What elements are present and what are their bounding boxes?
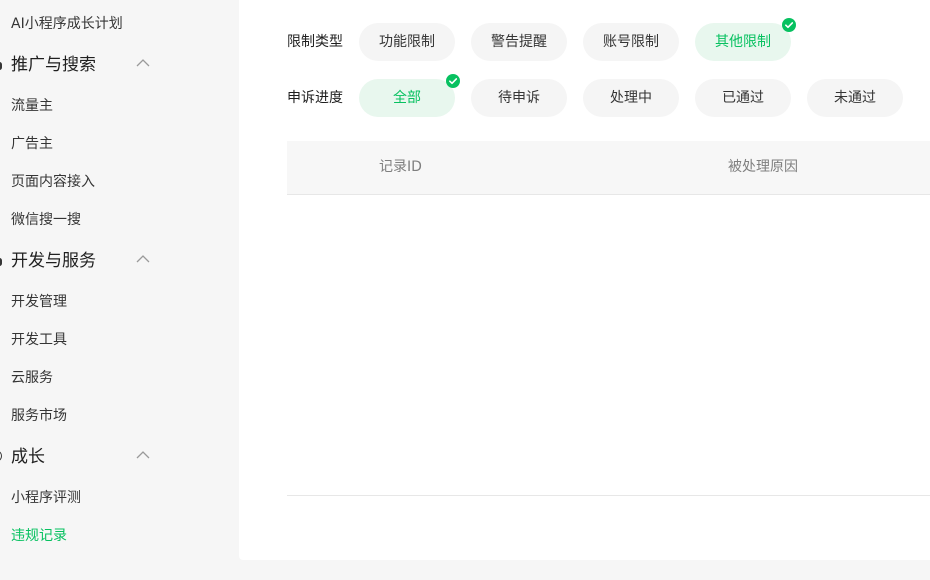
column-header-record-id: 记录ID (379, 159, 422, 175)
filter-option-function-restriction[interactable]: 功能限制 (359, 23, 455, 61)
sidebar-item-page-content[interactable]: 页面内容接入 (11, 172, 95, 192)
filter-option-account-restriction[interactable]: 账号限制 (583, 23, 679, 61)
chevron-up-icon (136, 451, 150, 459)
sidebar-item-service-market[interactable]: 服务市场 (11, 406, 67, 426)
group-marker-icon (0, 62, 2, 70)
filter-option-warning[interactable]: 警告提醒 (471, 23, 567, 61)
main-panel: 限制类型 功能限制 警告提醒 账号限制 其他限制 申诉进度 全部 待申诉 处理中… (239, 0, 930, 560)
sidebar-item-traffic-owner[interactable]: 流量主 (11, 96, 53, 116)
column-header-reason: 被处理原因 (728, 159, 798, 175)
check-icon (446, 74, 460, 88)
sidebar-item-dev-management[interactable]: 开发管理 (11, 292, 67, 312)
sidebar-item-violation-records[interactable]: 违规记录 (11, 526, 67, 546)
records-table-header: 记录ID 被处理原因 (287, 141, 930, 195)
appeal-progress-label: 申诉进度 (287, 90, 343, 106)
filter-option-all[interactable]: 全部 (359, 74, 460, 117)
sidebar-group-label: 开发与服务 (11, 251, 96, 271)
filter-option-pending-appeal[interactable]: 待申诉 (471, 79, 567, 117)
group-marker-icon (0, 451, 2, 461)
filter-option-other-restriction[interactable]: 其他限制 (695, 18, 796, 61)
filter-option-label: 全部 (393, 90, 421, 106)
sidebar-item-advertiser[interactable]: 广告主 (11, 134, 53, 154)
sidebar-item-evaluation[interactable]: 小程序评测 (11, 488, 81, 508)
sidebar-item-cloud-service[interactable]: 云服务 (11, 368, 53, 388)
sidebar-item-wechat-search[interactable]: 微信搜一搜 (11, 210, 81, 230)
sidebar-group-growth[interactable]: 成长 (0, 443, 239, 471)
sidebar-group-dev-services[interactable]: 开发与服务 (0, 247, 239, 275)
check-icon (782, 18, 796, 32)
restriction-type-label: 限制类型 (287, 34, 343, 50)
filter-option-approved[interactable]: 已通过 (695, 79, 791, 117)
chevron-up-icon (136, 255, 150, 263)
sidebar-group-promotion-search[interactable]: 推广与搜索 (0, 51, 239, 79)
records-table-body (287, 195, 930, 496)
filter-option-label: 其他限制 (715, 34, 771, 50)
filter-option-processing[interactable]: 处理中 (583, 79, 679, 117)
sidebar-item-dev-tools[interactable]: 开发工具 (11, 330, 67, 350)
sidebar-group-label: 推广与搜索 (11, 55, 96, 75)
chevron-up-icon (136, 59, 150, 67)
sidebar: AI小程序成长计划 推广与搜索 流量主 广告主 页面内容接入 微信搜一搜 开发与… (0, 0, 239, 580)
filter-option-rejected[interactable]: 未通过 (807, 79, 903, 117)
sidebar-item-ai-growth-plan[interactable]: AI小程序成长计划 (11, 14, 123, 34)
group-marker-icon (0, 258, 2, 266)
sidebar-group-label: 成长 (11, 447, 45, 467)
